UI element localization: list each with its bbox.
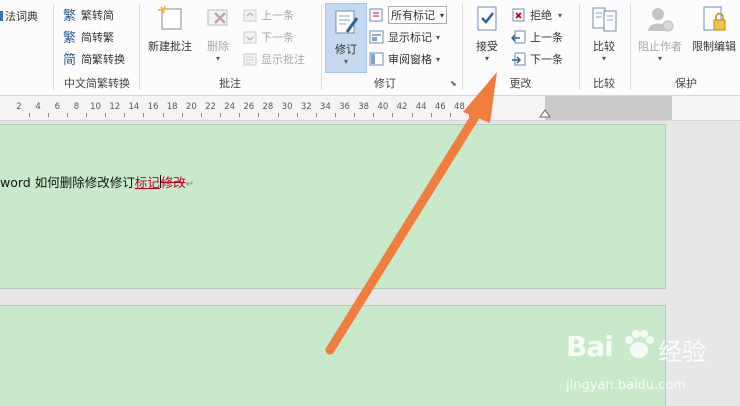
baidu-watermark: Bai 经验 jingyan.baidu.com: [560, 320, 740, 405]
watermark-url: jingyan.baidu.com: [566, 378, 686, 393]
watermark-brand-suffix: 经验: [658, 338, 706, 366]
watermark-brand: Bai: [566, 330, 614, 363]
paw-icon: [622, 326, 656, 365]
